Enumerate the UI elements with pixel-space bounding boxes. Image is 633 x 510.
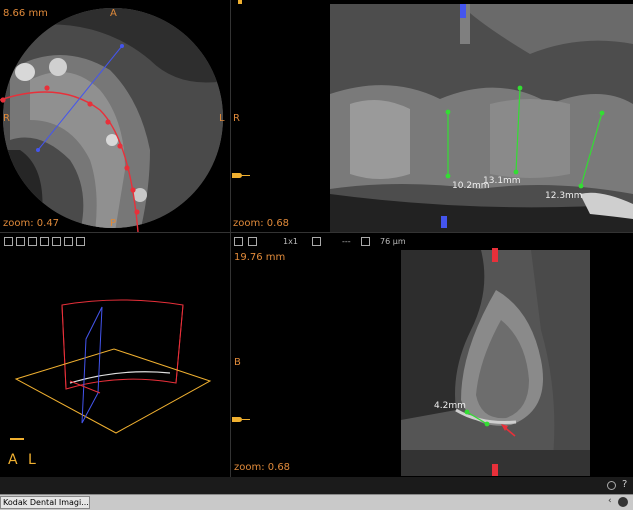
top-axis-marker[interactable] <box>460 4 466 18</box>
slab-icon[interactable] <box>361 237 370 246</box>
tray-back-icon[interactable]: ‹ <box>608 496 612 506</box>
slice-position-marker[interactable] <box>232 173 242 178</box>
status-bar: ? <box>0 477 633 494</box>
fit-icon[interactable] <box>234 237 243 246</box>
link-icon[interactable] <box>248 237 257 246</box>
width-measurement-label: 4.2mm <box>434 401 466 411</box>
cross-toolbar: 1x1 --- 76 µm <box>234 236 494 248</box>
pan-orient-left: R <box>233 113 240 124</box>
axial-scan-image[interactable] <box>0 0 230 232</box>
cross-section-pane[interactable]: 1x1 --- 76 µm 19.76 mm B zoom: 0.68 4.2m… <box>231 233 633 477</box>
panoramic-view-pane[interactable]: R zoom: 0.68 10.2mm 13.1mm 12.3mm <box>230 0 633 232</box>
taskbar: Kodak Dental Imagi... ‹ <box>0 494 633 510</box>
voxel-size-label: 76 µm <box>380 237 406 246</box>
orient-top-label: A <box>110 8 117 19</box>
help-icon[interactable]: ? <box>622 479 627 490</box>
taskbar-app-label: Kodak Dental Imagi... <box>3 498 89 507</box>
tray-close-icon[interactable] <box>618 497 628 507</box>
orient-right-label: L <box>219 113 225 124</box>
dots-label: --- <box>342 237 351 246</box>
orientation-3d-model[interactable] <box>0 233 230 477</box>
cross-measure: 19.76 mm <box>234 252 286 263</box>
cross-slice-marker[interactable] <box>232 417 242 422</box>
orient-bottom-label: P <box>110 218 117 229</box>
pan-zoom: zoom: 0.68 <box>233 218 290 229</box>
ratio-label[interactable]: 1x1 <box>283 236 298 248</box>
cross-zoom: zoom: 0.68 <box>234 462 291 473</box>
cross-top-marker[interactable] <box>492 248 498 262</box>
copy-icon[interactable] <box>312 237 321 246</box>
zoom-icon[interactable] <box>607 481 616 490</box>
orient-l-label: L <box>28 452 36 468</box>
measurement-label-2: 13.1mm <box>483 176 521 186</box>
panoramic-scan-image[interactable] <box>330 4 633 232</box>
orient-b-label: B <box>234 357 241 368</box>
orient-left-label: R <box>3 113 10 124</box>
cross-section-image[interactable] <box>401 250 590 476</box>
measurement-label-3: 12.3mm <box>545 191 583 201</box>
axial-zoom: zoom: 0.47 <box>3 218 60 229</box>
taskbar-app-button[interactable]: Kodak Dental Imagi... <box>0 496 90 509</box>
bottom-axis-marker[interactable] <box>441 216 447 228</box>
axial-measure: 8.66 mm <box>3 8 48 19</box>
3d-view-pane[interactable]: A L <box>0 233 230 477</box>
orient-a-label: A <box>8 452 18 468</box>
axial-view-pane[interactable]: 8.66 mm A R L P zoom: 0.47 <box>0 0 230 232</box>
orientation-axes-icon <box>10 438 24 446</box>
cross-bottom-marker[interactable] <box>492 464 498 476</box>
